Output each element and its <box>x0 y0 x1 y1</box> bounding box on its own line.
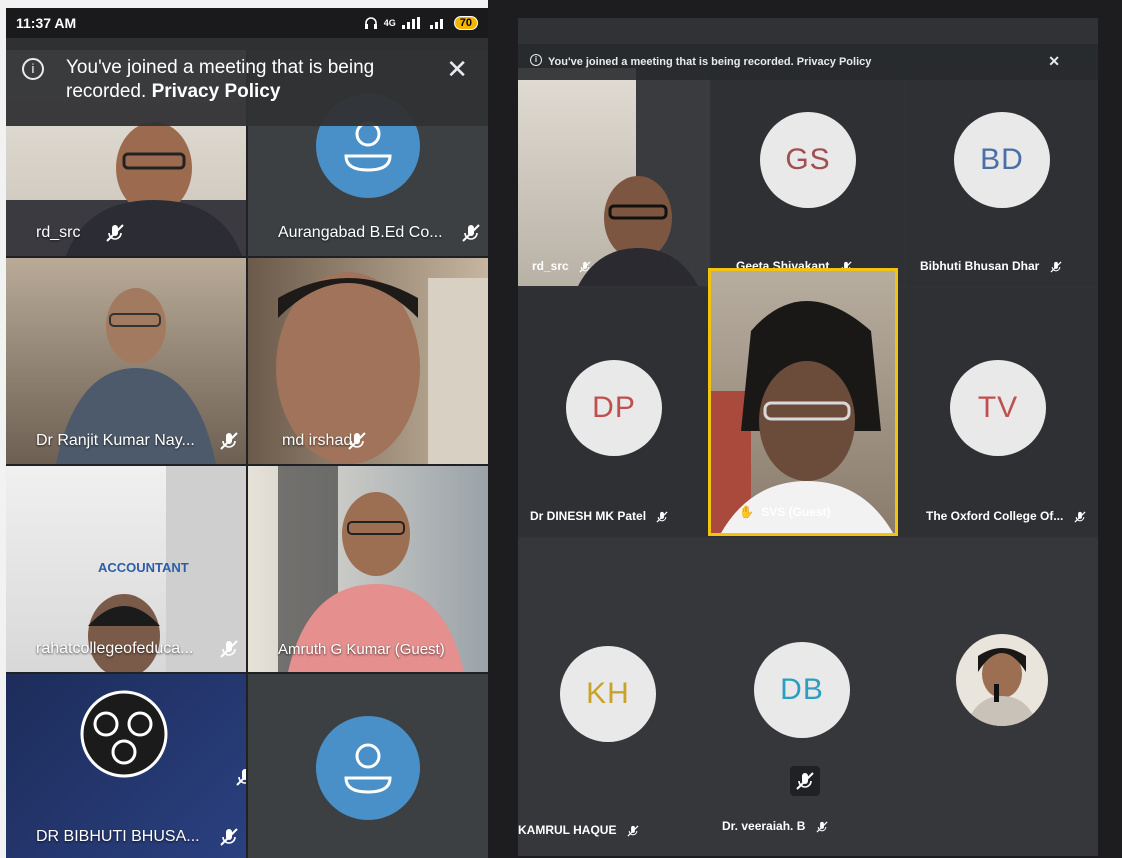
info-icon: i <box>530 54 542 66</box>
recording-banner: i You've joined a meeting that is being … <box>518 44 1098 80</box>
participant-name-text: The Oxford College Of... <box>926 509 1064 524</box>
participant-tile-dinesh[interactable]: DP Dr DINESH MK Patel <box>518 288 708 536</box>
participant-name: The Oxford College Of... <box>926 509 1087 524</box>
mic-off-icon <box>790 766 820 796</box>
participant-tile-kamrul[interactable]: KH KAMRUL HAQUE <box>518 538 708 856</box>
participant-video <box>578 68 710 286</box>
tablet-screen: i You've joined a meeting that is being … <box>518 18 1098 856</box>
mic-off-icon <box>656 511 668 523</box>
mic-off-icon <box>627 825 639 837</box>
initials-avatar: KH <box>560 646 656 742</box>
mic-off-icon <box>348 432 366 450</box>
participant-name: rahatcollegeofeduca... <box>36 640 194 657</box>
mic-off-icon <box>220 828 238 846</box>
mic-off-icon <box>220 432 238 450</box>
initials-avatar: TV <box>950 360 1046 456</box>
initials-avatar: DP <box>566 360 662 456</box>
initials-avatar: GS <box>760 112 856 208</box>
participant-tile-md-irshad[interactable]: md irshad <box>248 258 488 464</box>
mic-off-icon <box>579 261 591 273</box>
participant-tile-amruth[interactable]: Amruth G Kumar (Guest) <box>248 466 488 672</box>
status-time: 11:37 AM <box>16 15 77 31</box>
participant-video <box>711 301 893 533</box>
mic-off-icon <box>106 224 124 242</box>
mic-off-icon <box>462 224 480 242</box>
participant-name: rd_src <box>532 259 592 274</box>
participant-name: Dr Ranjit Kumar Nay... <box>36 432 195 449</box>
mic-off-icon <box>1050 261 1062 273</box>
participant-name: Amruth G Kumar (Guest) <box>278 641 445 658</box>
initials-avatar: BD <box>954 112 1050 208</box>
participant-name: Aurangabad B.Ed Co... <box>278 224 443 241</box>
recording-banner-text: You've joined a meeting that is being re… <box>66 56 426 126</box>
participant-tile-geeta[interactable]: GS Geeta Shivakant <box>712 68 904 286</box>
participant-name: KAMRUL HAQUE <box>518 823 640 838</box>
participant-name-text: Bibhuti Bhusan Dhar <box>920 259 1040 274</box>
signal-2-icon <box>429 19 443 29</box>
participant-tile-rahat[interactable]: ACCOUNTANT rahatcollegeofeduca... <box>6 466 246 672</box>
privacy-policy-link[interactable]: Privacy Policy <box>152 81 281 102</box>
status-bar: 11:37 AM 4G 70 <box>6 8 488 38</box>
participant-tile-svs[interactable]: ✋ SVS (Guest) <box>708 268 898 536</box>
participant-name-text: Dr. veeraiah. B <box>722 819 806 834</box>
initials-avatar: DB <box>754 642 850 738</box>
headphones-icon <box>364 17 377 29</box>
close-icon[interactable]: ✕ <box>1048 53 1060 70</box>
mic-off-icon <box>220 640 238 658</box>
mic-off-icon <box>236 769 246 786</box>
close-icon[interactable]: ✕ <box>446 54 468 85</box>
tablet-device: i You've joined a meeting that is being … <box>488 0 1122 858</box>
participant-name: Dr. veeraiah. B <box>722 819 829 834</box>
avatar <box>316 716 420 820</box>
participant-name: rd_src <box>36 224 81 241</box>
participant-name-text: KAMRUL HAQUE <box>518 823 617 838</box>
participant-name: md irshad <box>282 432 353 449</box>
recording-message: You've joined a meeting that is being re… <box>548 56 794 68</box>
participant-tile-veeraiah[interactable]: DB Dr. veeraiah. B <box>708 538 898 856</box>
privacy-policy-link[interactable]: Privacy Policy <box>797 56 872 68</box>
participant-tile-bibhuti[interactable]: DR BIBHUTI BHUSA... <box>6 674 246 858</box>
participant-name: DR BIBHUTI BHUSA... <box>36 828 200 845</box>
person-icon <box>344 743 392 794</box>
network-type: 4G <box>383 18 396 28</box>
battery-indicator: 70 <box>453 16 478 30</box>
phone-screen: 11:37 AM 4G 70 i You've joined a meeting… <box>6 8 488 858</box>
participant-tile-rd-src[interactable]: rd_src <box>518 68 710 286</box>
participant-tile-unknown[interactable] <box>248 674 488 858</box>
participant-name: ✋ SVS (Guest) <box>739 505 831 519</box>
participant-name-text: rd_src <box>532 259 569 274</box>
status-icons: 4G 70 <box>364 16 478 30</box>
participant-tile-photo[interactable] <box>898 538 1098 856</box>
participant-name: Bibhuti Bhusan Dhar <box>920 259 1063 274</box>
participant-name: Dr DINESH MK Patel <box>530 509 669 524</box>
mic-off-icon <box>816 821 828 833</box>
mic-off-icon <box>1074 511 1086 523</box>
participant-tile-bibhuti[interactable]: BD Bibhuti Bhusan Dhar <box>906 68 1098 286</box>
recording-banner: i You've joined a meeting that is being … <box>6 38 488 126</box>
participant-name-text: SVS (Guest) <box>761 505 831 519</box>
hand-raised-icon: ✋ <box>739 505 754 519</box>
accountant-sign: ACCOUNTANT <box>98 560 189 575</box>
participant-name-text: Dr DINESH MK Patel <box>530 509 647 524</box>
avatar-photo <box>956 634 1048 726</box>
signal-icon <box>401 17 420 29</box>
info-icon: i <box>22 58 44 80</box>
participant-tile-oxford[interactable]: TV The Oxford College Of... <box>898 288 1098 536</box>
participant-tile-ranjit[interactable]: Dr Ranjit Kumar Nay... <box>6 258 246 464</box>
